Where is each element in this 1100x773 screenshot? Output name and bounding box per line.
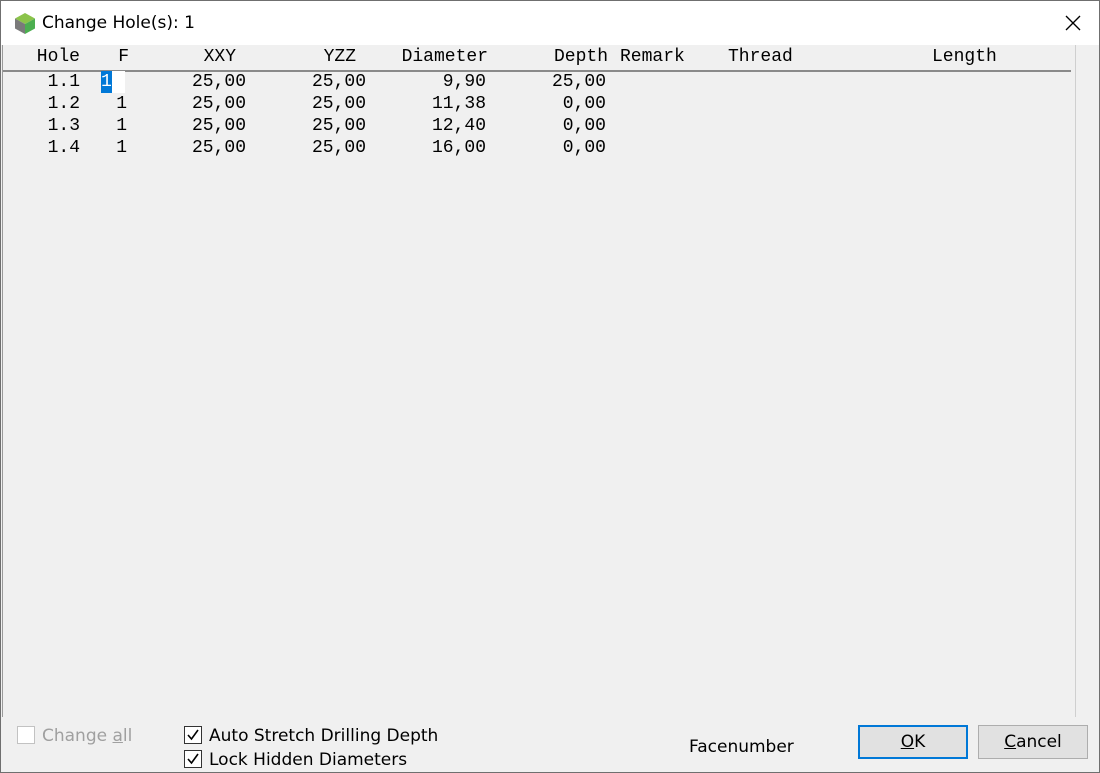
hole-cell: 1.1 <box>47 72 80 92</box>
column-header-length: Length <box>932 47 997 67</box>
column-header-diameter: Diameter <box>401 47 488 67</box>
depth-cell: 0,00 <box>562 116 606 136</box>
hole-cell: 1.2 <box>47 94 80 114</box>
diameter-cell: 9,90 <box>442 72 486 92</box>
grid-header: Hole F XXY YZZ Diameter Depth Remark Thr… <box>3 45 1071 72</box>
close-icon <box>1065 15 1081 31</box>
column-header-depth: Depth <box>553 47 608 67</box>
column-header-hole: Hole <box>36 47 80 67</box>
xxy-cell: 25,00 <box>191 138 246 158</box>
diameter-cell: 11,38 <box>431 94 486 114</box>
ok-label: K <box>914 732 926 752</box>
change-holes-dialog: Change Hole(s): 1 Hole F XXY YZZ Diamete… <box>0 0 1100 773</box>
title-bar: Change Hole(s): 1 <box>1 1 1099 45</box>
change-all-accelerator: a <box>112 726 123 746</box>
column-header-remark: Remark <box>620 47 685 67</box>
hole-cell: 1.3 <box>47 116 80 136</box>
yzz-cell: 25,00 <box>311 94 366 114</box>
facenumber-status: Facenumber <box>689 737 794 757</box>
dialog-body: Hole F XXY YZZ Diameter Depth Remark Thr… <box>1 45 1099 772</box>
diameter-cell: 12,40 <box>431 116 486 136</box>
xxy-cell: 25,00 <box>191 94 246 114</box>
app-cube-icon <box>15 13 35 34</box>
change-all-checkbox[interactable] <box>17 726 35 744</box>
f-cell: 1 <box>116 94 127 114</box>
ok-accelerator: O <box>900 732 915 752</box>
cancel-button[interactable]: Cancel <box>978 725 1088 759</box>
auto-stretch-label: Auto Stretch Drilling Depth <box>209 726 439 746</box>
yzz-cell: 25,00 <box>311 138 366 158</box>
xxy-cell: 25,00 <box>191 72 246 92</box>
yzz-cell: 25,00 <box>311 116 366 136</box>
hole-cell: 1.4 <box>47 138 80 158</box>
diameter-cell: 16,00 <box>431 138 486 158</box>
holes-grid[interactable]: Hole F XXY YZZ Diameter Depth Remark Thr… <box>2 45 1076 717</box>
f-cell: 1 <box>116 138 127 158</box>
depth-cell: 0,00 <box>562 138 606 158</box>
close-button[interactable] <box>1047 1 1099 45</box>
column-header-yzz: YZZ <box>323 47 356 67</box>
column-header-xxy: XXY <box>203 47 236 67</box>
lock-hidden-diameters-label: Lock Hidden Diameters <box>209 750 408 770</box>
lock-hidden-diameters-checkbox[interactable] <box>184 750 202 768</box>
change-all-label-rest: ll <box>122 726 133 746</box>
xxy-cell: 25,00 <box>191 116 246 136</box>
checkmark-icon <box>187 729 199 741</box>
column-header-f: F <box>118 47 129 67</box>
dialog-footer: Change all Auto Stretch Drilling Depth L… <box>1 717 1099 772</box>
change-all-label-text: Change <box>42 726 113 746</box>
depth-cell: 0,00 <box>562 94 606 114</box>
window-title: Change Hole(s): 1 <box>42 13 195 33</box>
depth-cell: 25,00 <box>551 72 606 92</box>
column-header-thread: Thread <box>728 47 793 67</box>
auto-stretch-checkbox[interactable] <box>184 726 202 744</box>
f-cell-selected[interactable]: 1 <box>101 71 112 93</box>
yzz-cell: 25,00 <box>311 72 366 92</box>
ok-button[interactable]: OK <box>858 725 968 759</box>
change-all-label: Change all <box>42 726 132 746</box>
cancel-label: ancel <box>1016 732 1062 752</box>
f-cell: 1 <box>116 116 127 136</box>
cancel-accelerator: C <box>1004 732 1017 752</box>
checkmark-icon <box>187 753 199 765</box>
